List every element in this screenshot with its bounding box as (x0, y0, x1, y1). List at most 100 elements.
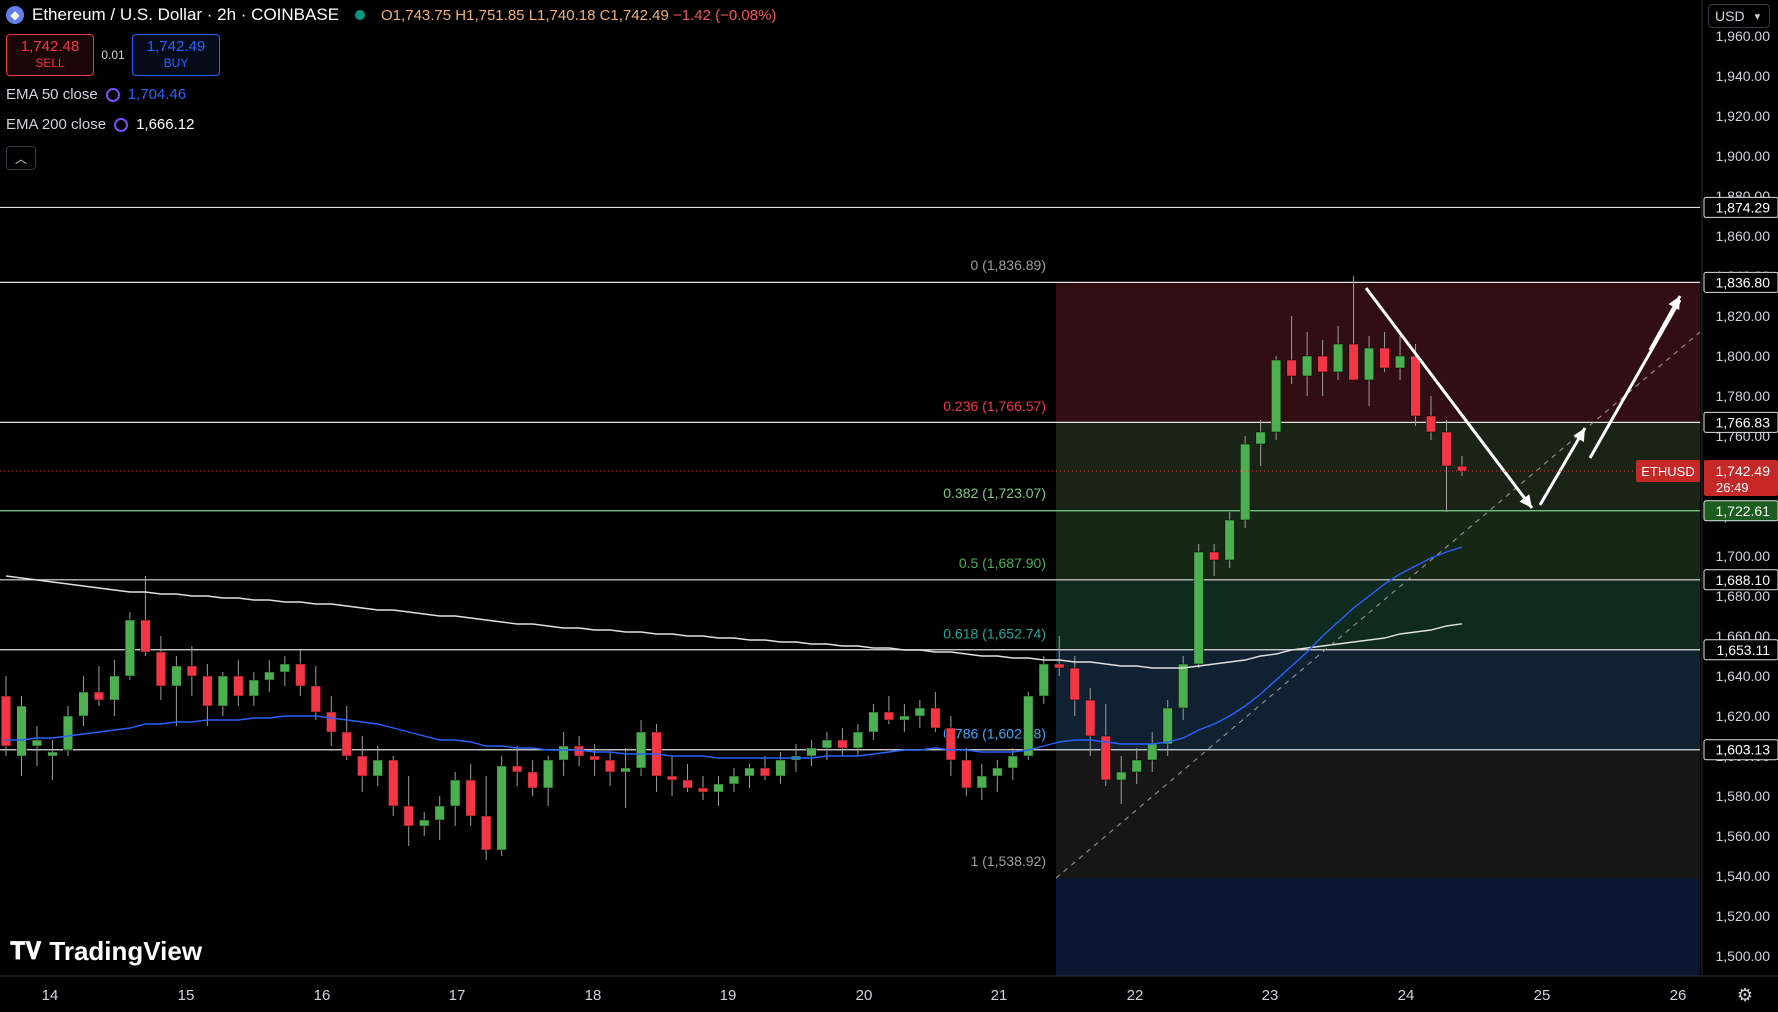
candle-body[interactable] (140, 619, 151, 653)
candle-body[interactable] (0, 695, 12, 747)
candle-body[interactable] (1255, 431, 1266, 445)
currency-selector[interactable]: USD ▾ (1708, 4, 1770, 28)
tradingview-logo[interactable]: 𝐓𝐕 TradingView (10, 936, 202, 967)
candle-body[interactable] (1333, 343, 1344, 373)
candle-body[interactable] (372, 759, 383, 777)
candle-body[interactable] (589, 755, 600, 761)
candle-body[interactable] (728, 775, 740, 785)
candle-body[interactable] (806, 747, 817, 757)
candle-body[interactable] (759, 767, 771, 777)
candle-body[interactable] (388, 759, 399, 807)
candle-body[interactable] (1038, 663, 1049, 697)
candle-body[interactable] (914, 707, 925, 717)
candle-body[interactable] (1364, 347, 1375, 381)
candle-body[interactable] (883, 711, 894, 721)
candle-body[interactable] (202, 675, 213, 707)
candle-body[interactable] (1425, 415, 1437, 433)
settings-icon[interactable]: ⚙ (1734, 984, 1756, 1006)
candle-body[interactable] (62, 715, 74, 751)
candle-body[interactable] (109, 675, 120, 701)
candle-body[interactable] (852, 731, 863, 749)
candle-body[interactable] (1209, 551, 1220, 561)
candle-body[interactable] (1456, 465, 1468, 472)
candle-body[interactable] (868, 711, 879, 733)
candle-body[interactable] (945, 727, 956, 761)
collapse-legend-button[interactable]: ︿ (6, 146, 36, 170)
candle-body[interactable] (47, 751, 58, 757)
candle-body[interactable] (295, 663, 306, 687)
candle-body[interactable] (899, 715, 910, 721)
candle-body[interactable] (1178, 663, 1189, 709)
candle-body[interactable] (821, 739, 832, 749)
candle-body[interactable] (1410, 355, 1421, 417)
candle-body[interactable] (1116, 771, 1127, 781)
candle-body[interactable] (279, 663, 290, 673)
candle-body[interactable] (976, 775, 987, 789)
candle-body[interactable] (527, 771, 538, 789)
candle-body[interactable] (1054, 663, 1065, 669)
ema50-legend[interactable]: EMA 50 close 1,704.46 (6, 86, 186, 103)
candle-body[interactable] (1162, 707, 1173, 745)
candle-body[interactable] (248, 679, 259, 697)
chart-stage[interactable]: 0 (1,836.89) 0.236 (1,766.57) 0.382 (1,723… (0, 0, 1778, 1012)
candle-body[interactable] (992, 767, 1003, 777)
candle-body[interactable] (326, 711, 337, 733)
candle-body[interactable] (620, 767, 631, 773)
symbol-title[interactable]: Ethereum / U.S. Dollar · 2h · COINBASE (32, 5, 339, 25)
candle-body[interactable] (930, 707, 941, 729)
candle-body[interactable] (1394, 355, 1406, 369)
candle-body[interactable] (419, 819, 430, 827)
candle-body[interactable] (605, 759, 616, 773)
candle-body[interactable] (636, 731, 647, 769)
candle-body[interactable] (543, 759, 554, 789)
candle-body[interactable] (1271, 359, 1282, 433)
candle-body[interactable] (1085, 699, 1096, 737)
candle-body[interactable] (837, 739, 848, 749)
candle-body[interactable] (1023, 695, 1034, 757)
candle-body[interactable] (1240, 443, 1251, 521)
candle-body[interactable] (512, 765, 523, 773)
candle-body[interactable] (713, 783, 724, 793)
candle-body[interactable] (1193, 551, 1204, 665)
candle-body[interactable] (961, 759, 972, 789)
candle-body[interactable] (403, 805, 414, 827)
candle-body[interactable] (310, 685, 321, 713)
candle-body[interactable] (357, 755, 368, 777)
sell-button[interactable]: 1,742.48 SELL (6, 34, 94, 76)
candle-body[interactable] (1441, 431, 1452, 467)
candle-body[interactable] (31, 739, 43, 747)
candle-body[interactable] (264, 671, 275, 681)
market-status-icon[interactable] (355, 10, 366, 20)
candle-body[interactable] (496, 765, 507, 851)
candle-body[interactable] (16, 705, 27, 757)
candle-body[interactable] (171, 665, 182, 687)
ema200-legend[interactable]: EMA 200 close 1,666.12 (6, 116, 194, 133)
candle-body[interactable] (450, 779, 461, 807)
candle-body[interactable] (1007, 755, 1018, 769)
candle-body[interactable] (1348, 343, 1359, 381)
candle-body[interactable] (93, 691, 104, 701)
candle-body[interactable] (78, 691, 89, 717)
candle-body[interactable] (124, 619, 135, 677)
candle-body[interactable] (233, 675, 244, 697)
candle-body[interactable] (186, 665, 197, 677)
candle-body[interactable] (1131, 759, 1142, 773)
candle-body[interactable] (744, 767, 755, 777)
candle-body[interactable] (1379, 347, 1390, 369)
candle-body[interactable] (697, 787, 709, 793)
candle-body[interactable] (341, 731, 352, 757)
candle-body[interactable] (1147, 743, 1158, 761)
candle-body[interactable] (775, 759, 786, 777)
candle-body[interactable] (1302, 355, 1313, 377)
candle-body[interactable] (1224, 519, 1235, 561)
candle-body[interactable] (155, 651, 166, 687)
price-chart[interactable]: 0 (1,836.89) 0.236 (1,766.57) 0.382 (1,723… (0, 0, 1778, 1012)
candle-body[interactable] (434, 805, 445, 821)
candle-body[interactable] (666, 775, 678, 781)
candle-body[interactable] (217, 675, 228, 707)
candle-body[interactable] (465, 779, 476, 817)
candle-body[interactable] (682, 779, 693, 789)
candle-body[interactable] (558, 745, 569, 761)
candle-body[interactable] (1317, 355, 1328, 373)
buy-button[interactable]: 1,742.49 BUY (132, 34, 220, 76)
